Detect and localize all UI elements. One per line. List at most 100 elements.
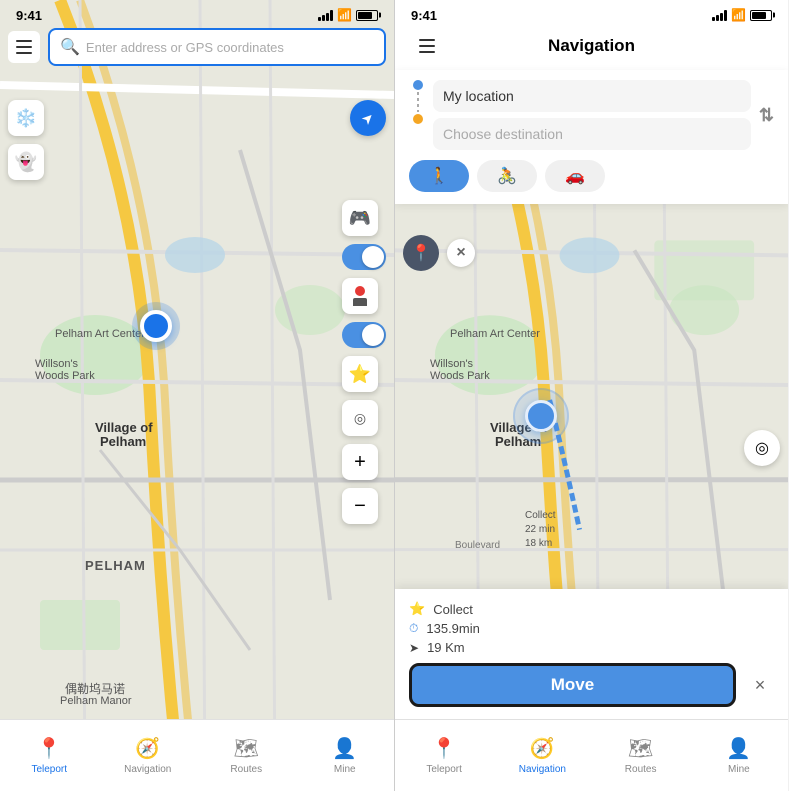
location-arrow-button[interactable]: ➤	[350, 100, 386, 136]
gamepad-button[interactable]: 🎮	[342, 200, 378, 236]
status-icons: 📶	[318, 8, 378, 22]
my-location-text: My location	[443, 88, 741, 104]
search-bar[interactable]: 🔍 Enter address or GPS coordinates	[48, 28, 386, 66]
toggle-2[interactable]	[342, 322, 386, 348]
right-teleport-label: Teleport	[426, 764, 462, 775]
compass-button-right[interactable]: ◎	[744, 430, 780, 466]
location-pin	[140, 310, 172, 342]
map-location-pin	[525, 400, 557, 432]
map-label-pelham-city: PELHAM	[85, 558, 146, 573]
wifi-icon: 📶	[337, 8, 352, 22]
right-nav-navigation[interactable]: 🧭 Navigation	[493, 720, 591, 791]
right-float-buttons: 🎮 ⭐ ◎ + −	[342, 200, 386, 524]
right-map-label-collect: Collect	[525, 510, 556, 521]
search-input[interactable]: Enter address or GPS coordinates	[86, 40, 284, 55]
transport-tabs: 🚶 🚴 🚗	[409, 160, 774, 192]
mine-label: Mine	[334, 764, 356, 775]
move-button[interactable]: Move	[409, 663, 736, 707]
routes-icon: 🗺	[234, 736, 259, 761]
right-nav-teleport[interactable]: 📍 Teleport	[395, 720, 493, 791]
toggle-1[interactable]	[342, 244, 386, 270]
destination-field[interactable]: Choose destination	[433, 118, 751, 150]
right-map-label-dist: 18 km	[525, 538, 552, 549]
star-icon: ⭐	[409, 601, 425, 617]
move-button-label: Move	[551, 675, 594, 695]
status-bar: 9:41 📶	[0, 0, 394, 28]
dest-dot	[413, 114, 423, 124]
panel-close-button[interactable]: ×	[746, 671, 774, 699]
teleport-icon: 📍	[37, 736, 62, 761]
cycle-tab[interactable]: 🚴	[477, 160, 537, 192]
right-routes-label: Routes	[625, 764, 657, 775]
map-label-willsons: Willson's	[35, 358, 78, 370]
right-routes-icon: 🗺	[628, 736, 653, 761]
right-nav-mine[interactable]: 👤 Mine	[690, 720, 788, 791]
navigation-panel: My location Choose destination ⇅ 🚶 🚴 🚗	[395, 70, 788, 204]
arrow-icon: ➤	[409, 641, 419, 655]
battery-icon	[356, 10, 378, 21]
panel-distance: 19 Km	[427, 640, 465, 655]
right-signal-icon	[712, 10, 727, 21]
routes-label: Routes	[230, 764, 262, 775]
hamburger-button[interactable]	[8, 31, 40, 63]
mine-icon: 👤	[332, 736, 357, 761]
drive-tab[interactable]: 🚗	[545, 160, 605, 192]
right-teleport-icon: 📍	[432, 736, 457, 761]
map-label-village: Village of	[95, 420, 153, 435]
origin-field[interactable]: My location	[433, 80, 751, 112]
navigation-icon: 🧭	[135, 736, 160, 761]
nav-routes[interactable]: 🗺 Routes	[197, 720, 296, 791]
right-navigation-label: Navigation	[519, 764, 566, 775]
map-overlay-controls: 📍 ×	[403, 235, 475, 271]
move-area: Move ×	[409, 663, 774, 707]
right-map-label-woods: Woods Park	[430, 370, 490, 382]
map-label-woods: Woods Park	[35, 370, 95, 382]
right-time-display: 9:41	[411, 8, 437, 23]
snowflake-button[interactable]: ❄️	[8, 100, 44, 136]
right-phone: Pelham Art Center Willson's Woods Park V…	[394, 0, 788, 791]
collect-label: Collect	[433, 602, 473, 617]
map-label-pelham-manor: Pelham Manor	[60, 695, 132, 707]
map-label-pelham-v: Pelham	[100, 434, 146, 449]
right-map-label-boulevard: Boulevard	[455, 540, 500, 551]
zoom-in-button[interactable]: +	[342, 444, 378, 480]
swap-button[interactable]: ⇅	[759, 105, 774, 126]
time-display: 9:41	[16, 8, 42, 23]
star-button[interactable]: ⭐	[342, 356, 378, 392]
overlay-pin-button[interactable]: 📍	[403, 235, 439, 271]
bottom-panel: ⭐ Collect ⏱ 135.9min ➤ 19 Km Move ×	[395, 589, 788, 719]
right-wifi-icon: 📶	[731, 8, 746, 22]
right-mine-icon: 👤	[726, 736, 751, 761]
search-area: 🔍 Enter address or GPS coordinates	[0, 28, 394, 72]
right-map-label-time: 22 min	[525, 524, 555, 535]
time-row: ⏱ 135.9min	[409, 621, 774, 636]
right-bottom-navigation: 📍 Teleport 🧭 Navigation 🗺 Routes 👤 Mine	[395, 719, 788, 791]
panel-time: 135.9min	[426, 621, 479, 636]
bottom-navigation: 📍 Teleport 🧭 Navigation 🗺 Routes 👤 Mine	[0, 719, 394, 791]
overlay-close-button[interactable]: ×	[447, 239, 475, 267]
ghost-button[interactable]: 👻	[8, 144, 44, 180]
navigation-label: Navigation	[124, 764, 171, 775]
origin-dot	[413, 80, 423, 90]
right-navigation-icon: 🧭	[530, 736, 555, 761]
right-battery-icon	[750, 10, 772, 21]
right-status-icons: 📶	[712, 8, 772, 22]
collect-row: ⭐ Collect	[409, 601, 774, 617]
zoom-out-button[interactable]: −	[342, 488, 378, 524]
right-nav-routes[interactable]: 🗺 Routes	[592, 720, 690, 791]
right-status-bar: 9:41 📶	[395, 0, 788, 28]
person-pin-button[interactable]	[342, 278, 378, 314]
left-phone: Pelham Art Center Willson's Woods Park V…	[0, 0, 394, 791]
clock-icon: ⏱	[409, 621, 418, 636]
compass-button[interactable]: ◎	[342, 400, 378, 436]
right-map-label-willsons: Willson's	[430, 358, 473, 370]
teleport-label: Teleport	[31, 764, 67, 775]
right-hamburger-button[interactable]	[411, 30, 443, 62]
right-mine-label: Mine	[728, 764, 750, 775]
nav-mine[interactable]: 👤 Mine	[296, 720, 395, 791]
right-map-label-pelham-art: Pelham Art Center	[450, 328, 540, 340]
nav-teleport[interactable]: 📍 Teleport	[0, 720, 99, 791]
search-icon: 🔍	[60, 37, 80, 57]
nav-navigation[interactable]: 🧭 Navigation	[99, 720, 198, 791]
walk-tab[interactable]: 🚶	[409, 160, 469, 192]
